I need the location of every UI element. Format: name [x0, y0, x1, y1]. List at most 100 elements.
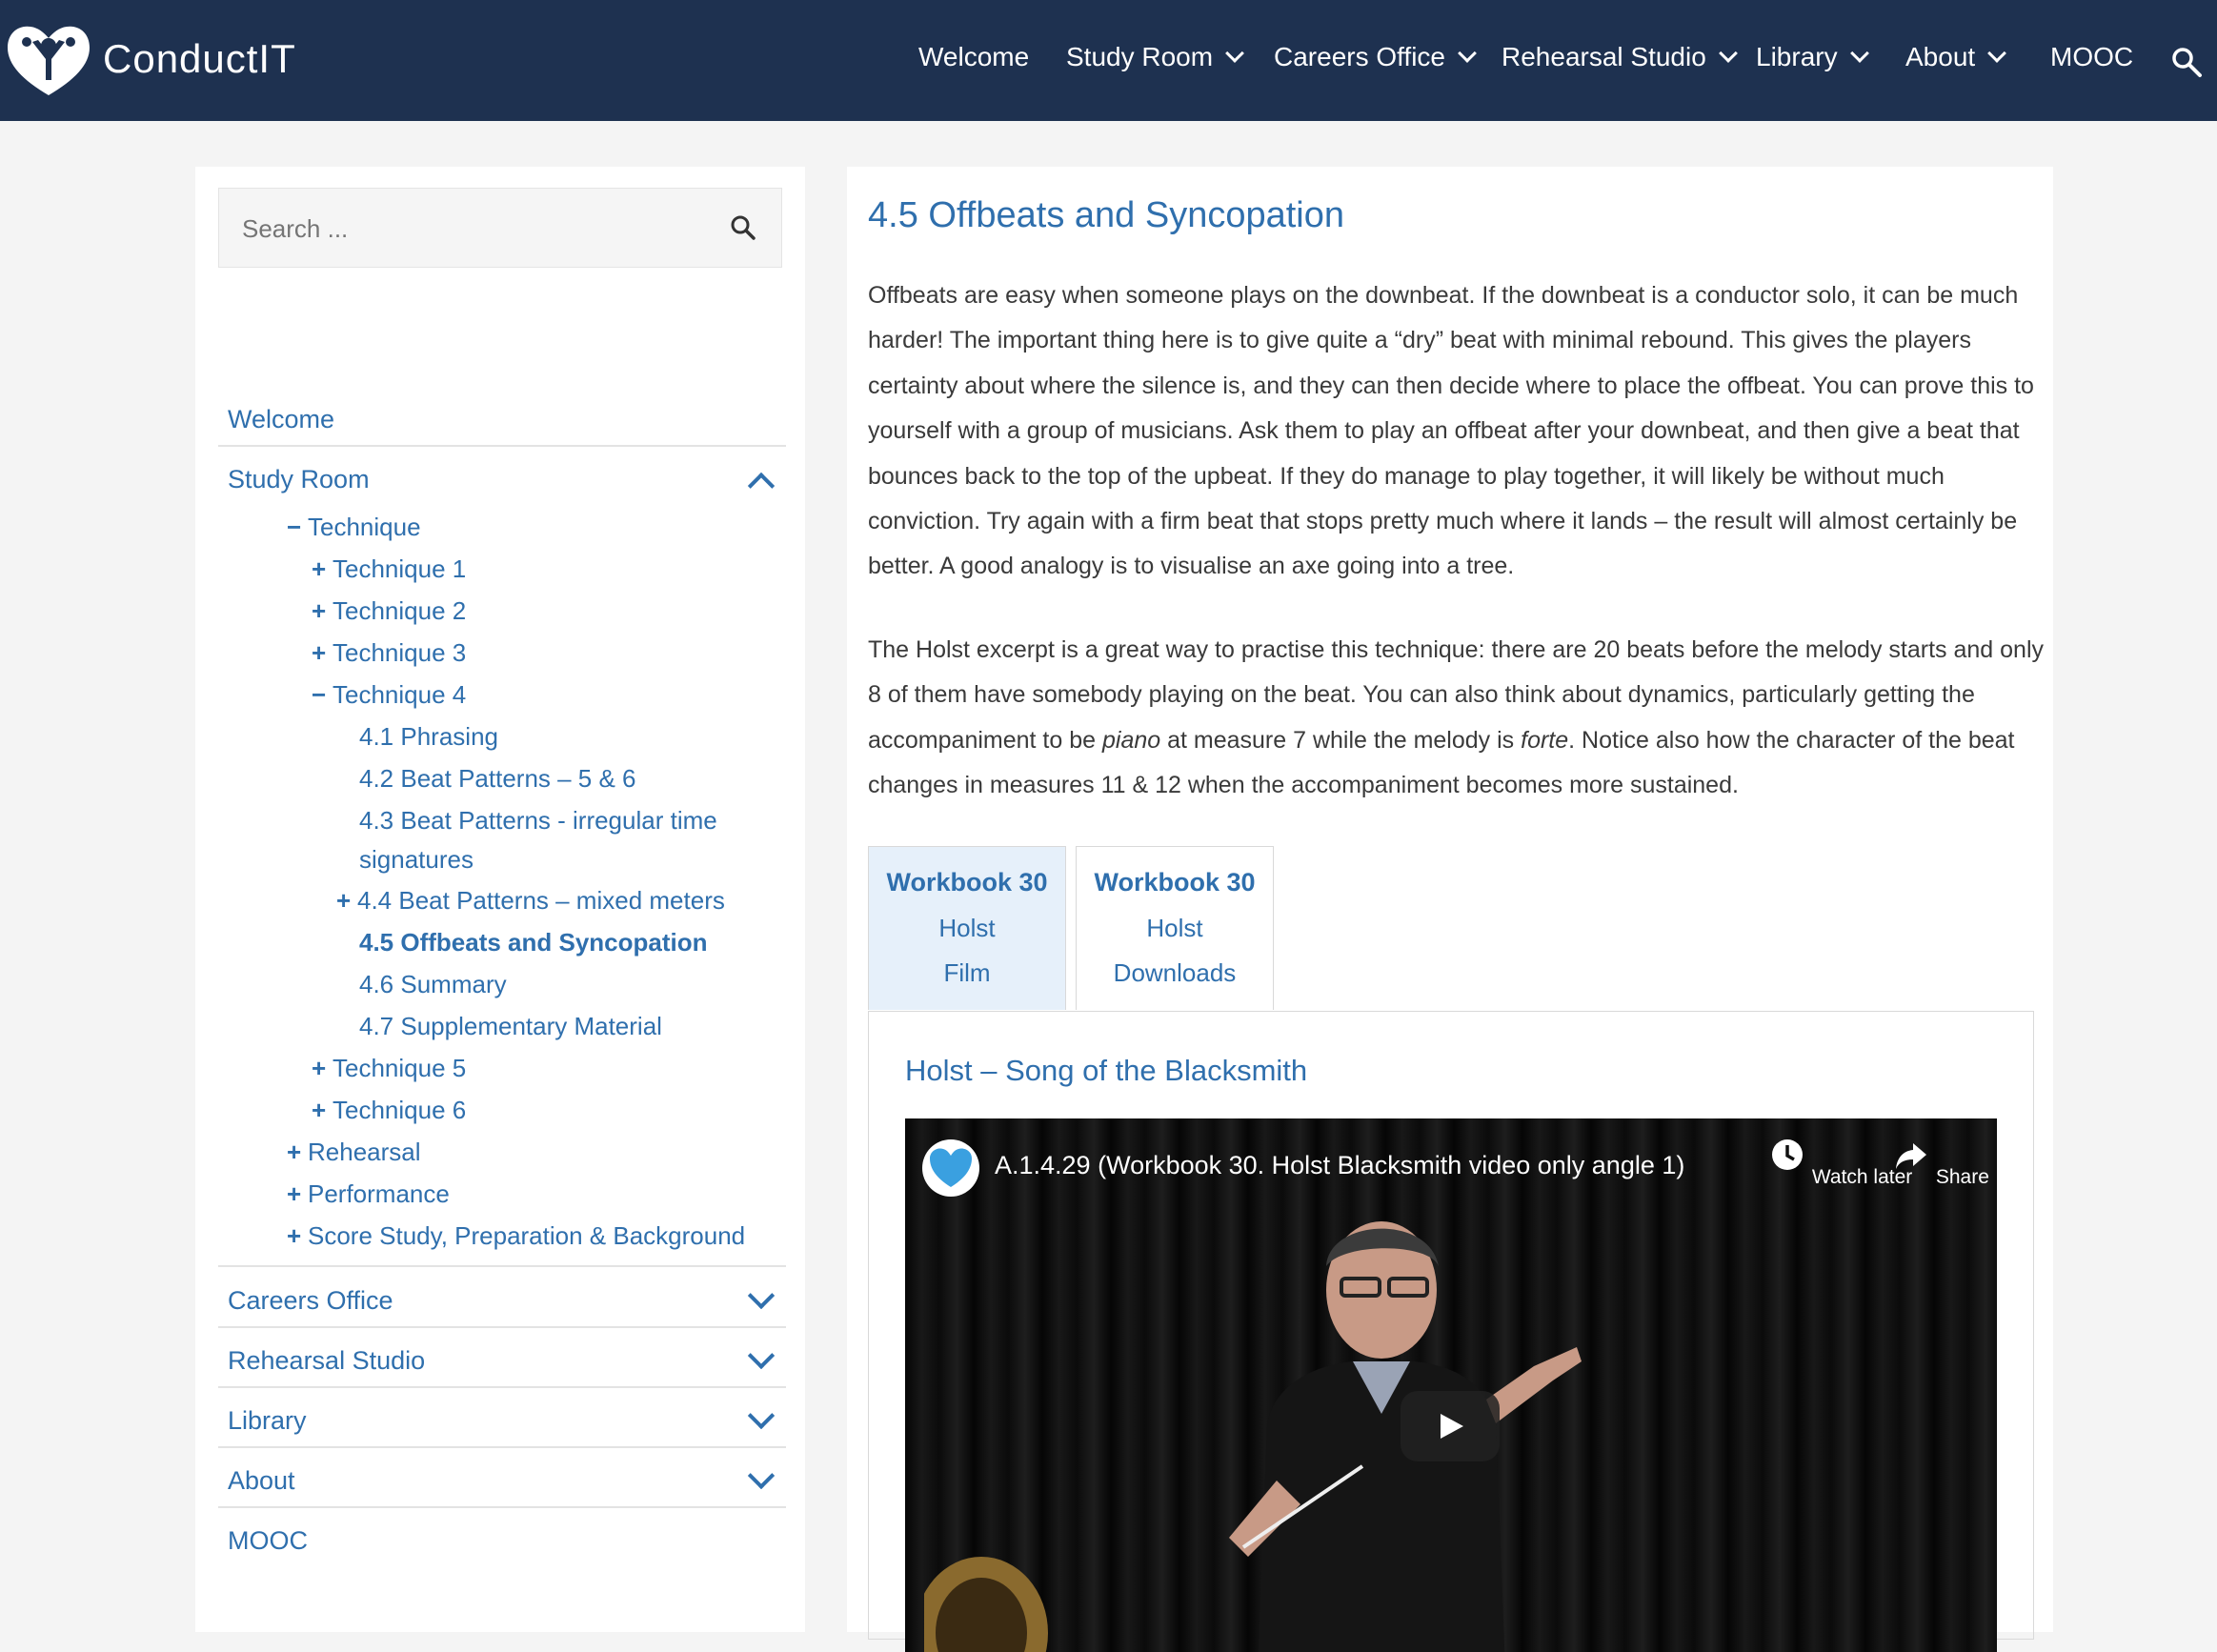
share-button[interactable]: Share	[1892, 1136, 1989, 1189]
nav-welcome[interactable]: Welcome	[918, 42, 1029, 72]
expand-icon[interactable]: +	[312, 1096, 333, 1125]
chevron-up-icon	[747, 472, 776, 500]
sidebar-item-label: Technique 1	[333, 554, 467, 583]
sidebar-item-technique-1[interactable]: + Technique 1	[312, 554, 466, 584]
expand-toggle[interactable]	[742, 1461, 780, 1495]
sidebar-item-beat-patterns-irregular-cont[interactable]: signatures	[359, 845, 474, 875]
expand-icon[interactable]: +	[287, 1179, 308, 1209]
tab-label: Holst	[938, 914, 996, 942]
nav-label: Rehearsal Studio	[1502, 42, 1706, 71]
tab-label: Workbook 30	[1094, 868, 1256, 897]
nav-study-room[interactable]: Study Room	[1066, 42, 1244, 72]
paragraph-text: at measure 7 while the melody is	[1160, 726, 1522, 754]
sidebar-item-label: 4.3 Beat Patterns - irregular time	[359, 806, 717, 835]
sidebar: Welcome Study Room −Technique +Technique…	[195, 167, 805, 1632]
expand-icon[interactable]: +	[336, 886, 357, 916]
nav-label: MOOC	[2050, 42, 2134, 71]
sidebar-item-beat-patterns-irregular[interactable]: 4.3 Beat Patterns - irregular time	[359, 806, 717, 836]
expand-icon[interactable]: +	[312, 554, 333, 584]
sidebar-item-mooc[interactable]: MOOC	[218, 1507, 786, 1566]
expand-icon[interactable]: +	[312, 638, 333, 668]
expand-icon[interactable]: +	[312, 1054, 333, 1083]
holst-paragraph: The Holst excerpt is a great way to prac…	[868, 628, 2049, 809]
nav-mooc[interactable]: MOOC	[2050, 42, 2133, 72]
sidebar-item-label: Performance	[308, 1179, 450, 1208]
expand-icon[interactable]: +	[287, 1221, 308, 1251]
sidebar-item-technique-5[interactable]: + Technique 5	[312, 1054, 466, 1083]
sidebar-item-careers-office[interactable]: Careers Office	[218, 1267, 786, 1328]
play-button[interactable]	[1401, 1391, 1500, 1461]
video-title[interactable]: A.1.4.29 (Workbook 30. Holst Blacksmith …	[995, 1151, 1684, 1180]
expand-toggle[interactable]	[742, 1341, 780, 1375]
sidebar-item-label: 4.1 Phrasing	[359, 722, 498, 751]
collapse-toggle[interactable]	[742, 465, 780, 500]
paragraph-emphasis: forte	[1521, 726, 1569, 754]
chevron-down-icon	[1458, 44, 1477, 63]
sidebar-item-technique[interactable]: − Technique	[287, 513, 421, 542]
sidebar-item-technique-2[interactable]: + Technique 2	[312, 596, 466, 626]
paragraph-emphasis: piano	[1101, 726, 1161, 754]
conductit-logo-icon	[8, 26, 90, 96]
tab-label: Downloads	[1113, 958, 1237, 987]
sidebar-item-beat-patterns-mixed[interactable]: +4.4 Beat Patterns – mixed meters	[336, 886, 725, 916]
sidebar-item-performance[interactable]: + Performance	[287, 1179, 450, 1209]
sidebar-item-label: Technique 5	[333, 1054, 467, 1082]
nav-label: Welcome	[918, 42, 1030, 71]
sidebar-item-library[interactable]: Library	[218, 1387, 786, 1448]
sidebar-item-label: Technique 6	[333, 1096, 467, 1124]
nav-about[interactable]: About	[1905, 42, 2007, 72]
expand-icon[interactable]: +	[312, 596, 333, 626]
channel-logo[interactable]	[922, 1139, 979, 1197]
tab-label: Holst	[1146, 914, 1203, 942]
sidebar-item-study-room[interactable]: Study Room	[218, 446, 786, 505]
nav-label: About	[1905, 42, 1976, 71]
search-icon[interactable]	[728, 212, 758, 243]
search-icon[interactable]	[2170, 46, 2203, 78]
nav-rehearsal-studio[interactable]: Rehearsal Studio	[1502, 42, 1738, 72]
tab-holst-downloads[interactable]: Workbook 30 Holst Downloads	[1076, 846, 1274, 1010]
sidebar-item-technique-3[interactable]: + Technique 3	[312, 638, 466, 668]
sidebar-item-welcome[interactable]: Welcome	[218, 386, 786, 447]
clock-icon	[1772, 1139, 1803, 1170]
expand-icon[interactable]: +	[287, 1138, 308, 1167]
sidebar-item-supplementary[interactable]: 4.7 Supplementary Material	[359, 1012, 662, 1041]
brand-logo[interactable]: ConductIT	[4, 21, 296, 97]
sidebar-item-label: 4.5 Offbeats and Syncopation	[359, 928, 708, 957]
sidebar-item-rehearsal-studio[interactable]: Rehearsal Studio	[218, 1327, 786, 1388]
french-horn-image	[924, 1557, 1048, 1652]
sidebar-item-summary[interactable]: 4.6 Summary	[359, 970, 507, 999]
nav-careers-office[interactable]: Careers Office	[1274, 42, 1477, 72]
brand-name: ConductIT	[103, 36, 296, 81]
tab-label: Workbook 30	[886, 868, 1048, 897]
sidebar-item-label: MOOC	[228, 1526, 308, 1555]
sidebar-item-label: Technique 3	[333, 638, 467, 667]
search-input[interactable]	[219, 189, 720, 269]
share-icon	[1896, 1143, 1926, 1169]
sidebar-item-label: Library	[228, 1406, 307, 1435]
chevron-down-icon	[747, 1281, 776, 1310]
sidebar-item-phrasing[interactable]: 4.1 Phrasing	[359, 722, 498, 752]
sidebar-item-label: 4.6 Summary	[359, 970, 507, 998]
watch-later-button[interactable]: Watch later	[1768, 1136, 1912, 1189]
sidebar-item-score-study[interactable]: + Score Study, Preparation & Background	[287, 1221, 745, 1251]
sidebar-item-about[interactable]: About	[218, 1447, 786, 1508]
expand-toggle[interactable]	[742, 1401, 780, 1435]
sidebar-item-label: Technique 2	[333, 596, 467, 625]
sidebar-item-rehearsal[interactable]: + Rehearsal	[287, 1138, 421, 1167]
nav-label: Study Room	[1066, 42, 1214, 71]
nav-library[interactable]: Library	[1756, 42, 1869, 72]
sidebar-item-beat-patterns-5-6[interactable]: 4.2 Beat Patterns – 5 & 6	[359, 764, 636, 794]
nav-label: Library	[1756, 42, 1838, 71]
tab-holst-film[interactable]: Workbook 30 Holst Film	[868, 846, 1066, 1010]
sidebar-item-offbeats-current[interactable]: 4.5 Offbeats and Syncopation	[359, 928, 708, 957]
collapse-icon[interactable]: −	[287, 513, 308, 542]
panel-title: Holst – Song of the Blacksmith	[905, 1054, 1308, 1087]
video-player[interactable]: A.1.4.29 (Workbook 30. Holst Blacksmith …	[905, 1118, 1997, 1652]
nav-label: Careers Office	[1274, 42, 1445, 71]
sidebar-item-label: Rehearsal Studio	[228, 1346, 426, 1375]
sidebar-item-label: 4.7 Supplementary Material	[359, 1012, 662, 1040]
sidebar-item-technique-4[interactable]: − Technique 4	[312, 680, 466, 710]
sidebar-item-technique-6[interactable]: + Technique 6	[312, 1096, 466, 1125]
collapse-icon[interactable]: −	[312, 680, 333, 710]
expand-toggle[interactable]	[742, 1281, 780, 1315]
